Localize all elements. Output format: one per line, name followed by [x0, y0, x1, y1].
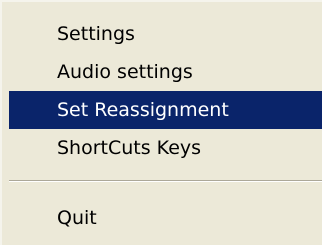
- menu-left-edge: [0, 0, 2, 245]
- menu-item-set-reassignment[interactable]: Set Reassignment: [9, 91, 322, 129]
- menu-top-edge: [0, 0, 322, 2]
- menu-item-shortcuts-keys[interactable]: ShortCuts Keys: [9, 129, 322, 167]
- menu-item-audio-settings[interactable]: Audio settings: [9, 53, 322, 91]
- context-menu: Settings Audio settings Set Reassignment…: [0, 0, 322, 245]
- menu-item-settings[interactable]: Settings: [9, 15, 322, 53]
- menu-item-quit[interactable]: Quit: [9, 199, 322, 237]
- menu-separator-highlight: [9, 181, 322, 182]
